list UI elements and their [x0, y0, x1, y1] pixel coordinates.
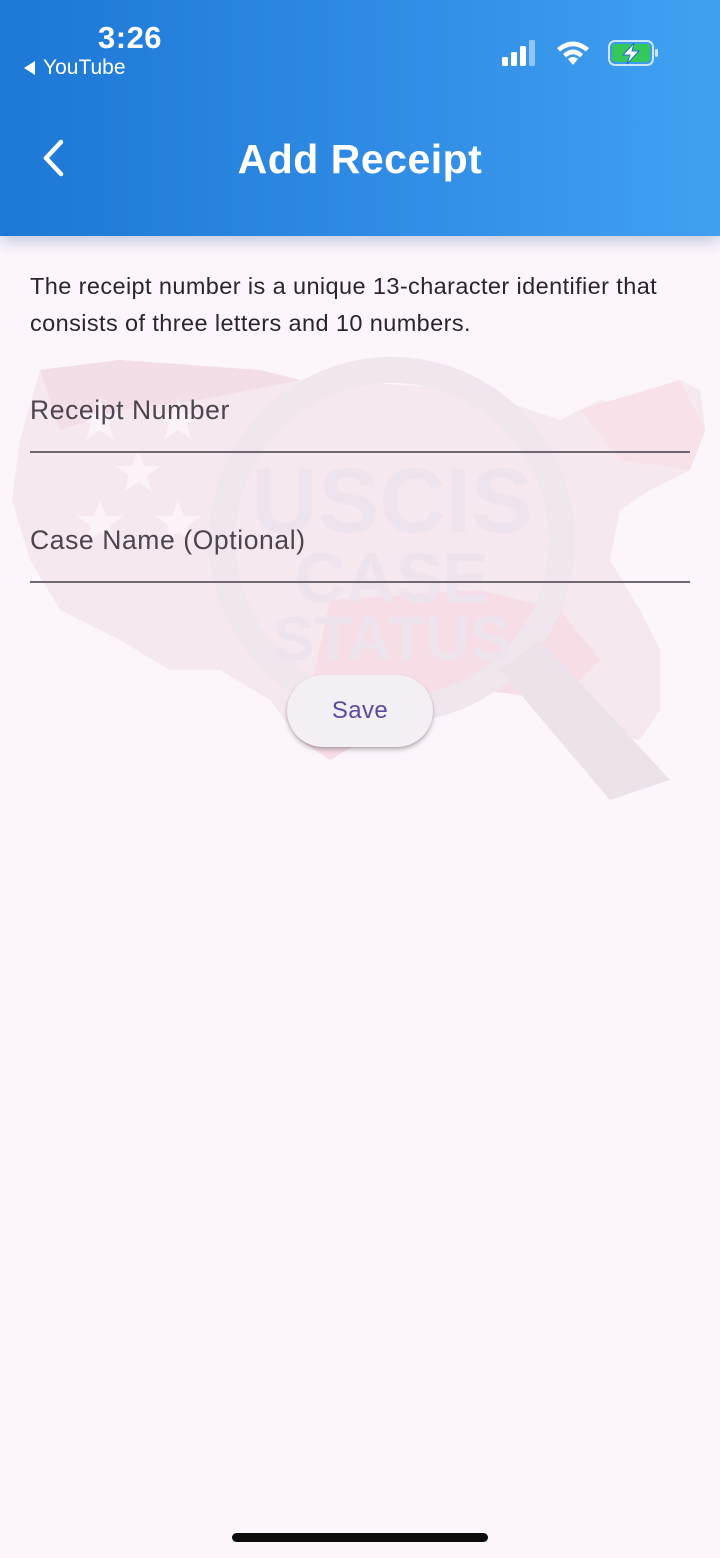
status-icons: [502, 40, 660, 66]
back-triangle-icon: [24, 61, 35, 75]
app-header: 3:26 YouTube Add Receipt: [0, 0, 720, 236]
watermark-line3: STATUS: [273, 605, 512, 674]
receipt-number-field: [30, 381, 690, 453]
save-button-wrapper: Save: [287, 675, 433, 747]
receipt-form: The receipt number is a unique 13-charac…: [30, 268, 690, 583]
status-time: 3:26: [98, 20, 163, 55]
save-button[interactable]: Save: [287, 675, 433, 747]
wifi-icon: [557, 41, 589, 65]
status-back-to-app[interactable]: YouTube: [24, 56, 126, 80]
cellular-signal-icon: [502, 40, 535, 66]
battery-charging-icon: [608, 40, 658, 66]
case-name-input[interactable]: [30, 511, 690, 581]
home-indicator[interactable]: [232, 1533, 488, 1542]
receipt-number-input[interactable]: [30, 381, 690, 451]
add-receipt-screen: USCIS CASE STATUS 3:26 YouTube Add Recei…: [0, 0, 720, 1558]
case-name-field: [30, 511, 690, 583]
page-title: Add Receipt: [237, 136, 483, 182]
receipt-description: The receipt number is a unique 13-charac…: [30, 273, 658, 336]
status-back-app-label: YouTube: [43, 56, 126, 79]
